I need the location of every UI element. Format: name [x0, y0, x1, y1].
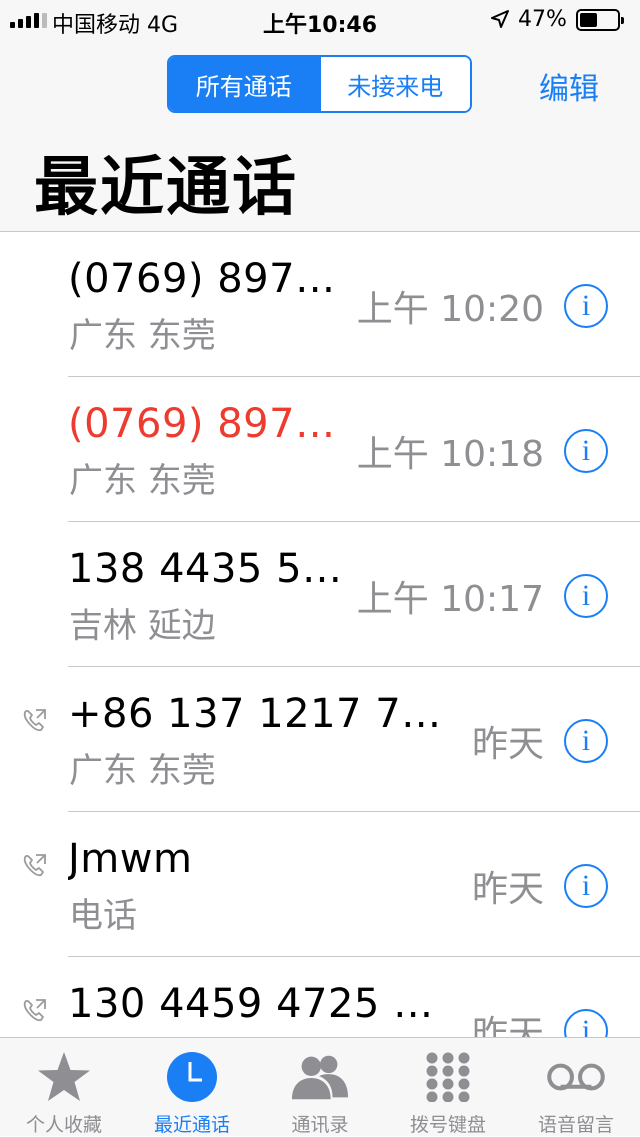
call-time: 上午 10:20 [356, 289, 544, 330]
tab-label: 拨号键盘 [409, 1114, 486, 1136]
caller-name: (0769) 8977... [68, 256, 358, 302]
tab-label: 个人收藏 [25, 1114, 102, 1136]
caller-location: 广东 东莞 [69, 461, 216, 501]
call-row[interactable]: 130 4459 4725 (2) 昨天 i [0, 957, 640, 1037]
call-time: 上午 10:17 [356, 579, 544, 620]
tab-voicemail[interactable]: 语音留言 [512, 1038, 640, 1136]
info-icon[interactable]: i [564, 1009, 608, 1037]
status-bar: 中国移动 4G 上午10:46 47% [0, 0, 640, 40]
call-time: 昨天 [471, 724, 544, 765]
battery-percent: 47% [518, 7, 567, 32]
recents-list: (0769) 8977... 广东 东莞 上午 10:20 i (0769) 8977.… [0, 232, 640, 1037]
tab-star[interactable]: 个人收藏 [0, 1038, 128, 1136]
info-icon[interactable]: i [564, 284, 608, 328]
clock-icon [162, 1050, 222, 1104]
caller-location: 吉林 延边 [69, 606, 216, 646]
call-row[interactable]: 138 4435 53... 吉林 延边 上午 10:17 i [0, 522, 640, 667]
tab-clock[interactable]: 最近通话 [128, 1038, 256, 1136]
info-icon[interactable]: i [564, 719, 608, 763]
tab-keypad[interactable]: 拨号键盘 [384, 1038, 512, 1136]
segment-missed-calls[interactable]: 未接来电 [318, 57, 470, 111]
call-filter-segmented-control: 所有通话 未接来电 [167, 55, 472, 113]
battery-icon [576, 9, 624, 31]
call-row[interactable]: (0769) 8977... 广东 东莞 上午 10:20 i [0, 232, 640, 377]
caller-name: +86 137 1217 7036 [68, 691, 448, 737]
info-icon[interactable]: i [564, 864, 608, 908]
caller-name: (0769) 8977... [68, 401, 358, 447]
keypad-icon [418, 1050, 478, 1104]
tab-label: 通讯录 [291, 1114, 349, 1136]
outgoing-call-icon [20, 707, 48, 739]
caller-location: 广东 东莞 [69, 316, 216, 356]
star-icon [34, 1050, 94, 1104]
segment-all-calls[interactable]: 所有通话 [169, 57, 319, 111]
page-title: 最近通话 [34, 151, 298, 225]
call-time: 昨天 [471, 1014, 544, 1037]
tab-label: 语音留言 [537, 1114, 614, 1136]
tab-label: 最近通话 [153, 1114, 230, 1136]
call-time: 上午 10:18 [356, 434, 544, 475]
caller-name: 138 4435 53... [68, 546, 358, 592]
outgoing-call-icon [20, 852, 48, 884]
caller-location: 广东 东莞 [69, 751, 216, 791]
location-arrow-icon [490, 9, 510, 35]
call-row[interactable]: (0769) 8977... 广东 东莞 上午 10:18 i [0, 377, 640, 522]
tab-bar: 个人收藏 最近通话 通讯录 拨号键盘 语音留言 [0, 1037, 640, 1136]
outgoing-call-icon [20, 997, 48, 1029]
caller-name: 130 4459 4725 (2) [68, 981, 448, 1027]
info-icon[interactable]: i [564, 574, 608, 618]
tab-contacts[interactable]: 通讯录 [256, 1038, 384, 1136]
call-row[interactable]: +86 137 1217 7036 广东 东莞 昨天 i [0, 667, 640, 812]
caller-name: Jmwm [68, 836, 193, 882]
voicemail-icon [546, 1050, 606, 1104]
caller-location: 电话 [69, 896, 137, 936]
edit-button[interactable]: 编辑 [539, 64, 599, 108]
call-row[interactable]: Jmwm 电话 昨天 i [0, 812, 640, 957]
info-icon[interactable]: i [564, 429, 608, 473]
call-time: 昨天 [471, 869, 544, 910]
contacts-icon [290, 1050, 350, 1104]
nav-header: 所有通话 未接来电 编辑 最近通话 [0, 40, 640, 232]
